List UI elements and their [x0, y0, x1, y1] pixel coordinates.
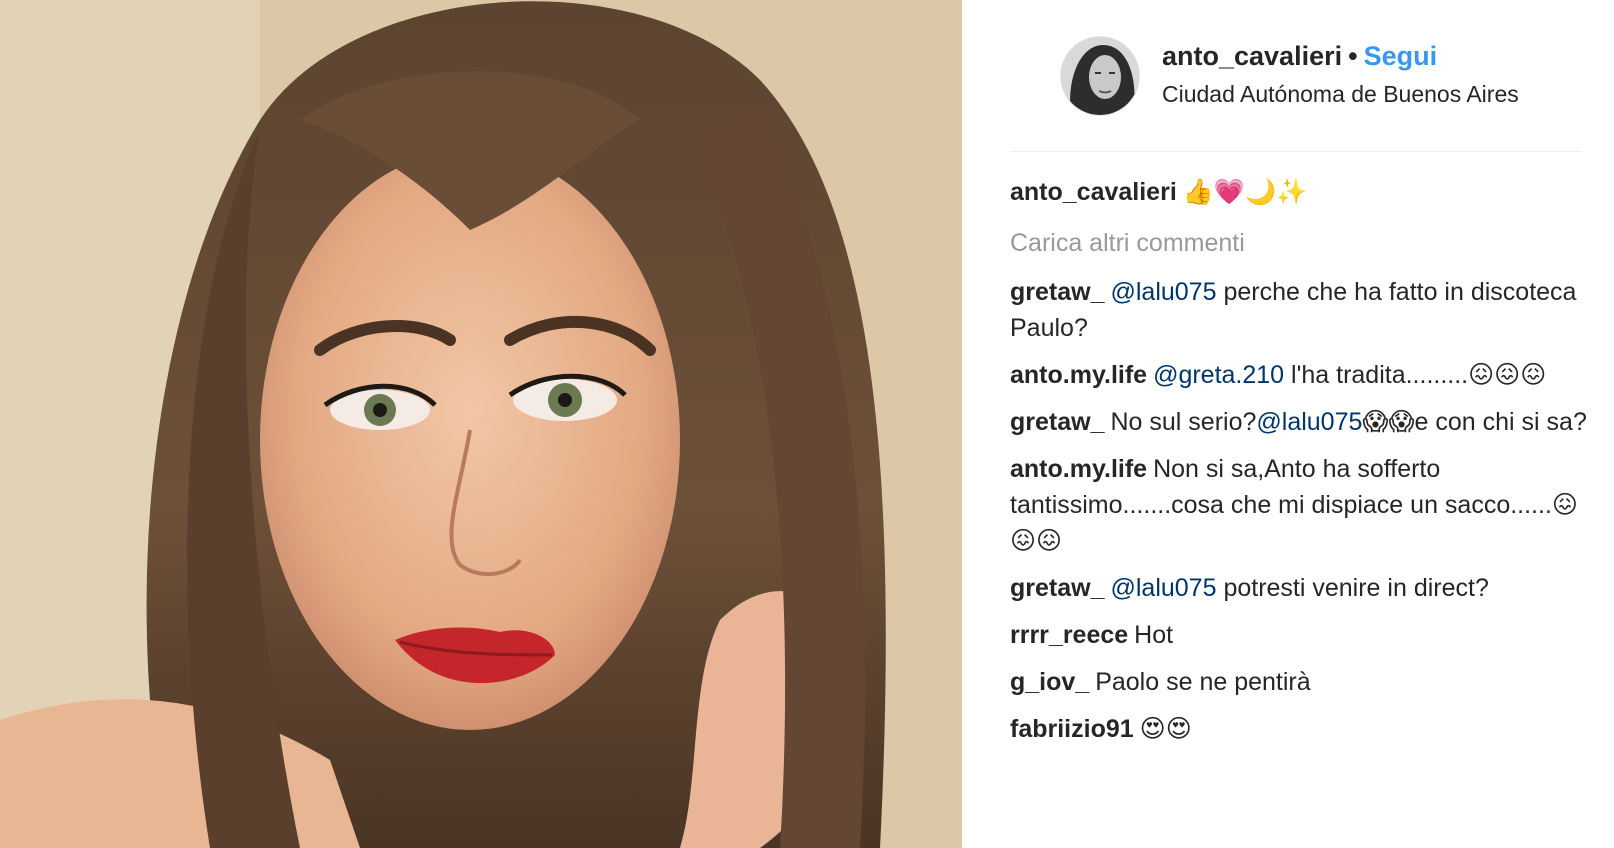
post-sidebar: anto_cavalieri • Segui Ciudad Autónoma de … — [962, 0, 1614, 848]
avatar-image — [1061, 37, 1139, 115]
comment-item: g_iov_ Paolo se ne pentirà — [1010, 664, 1590, 700]
comment-text: Paolo se ne pentirà — [1095, 668, 1311, 696]
post-header: anto_cavalieri • Segui Ciudad Autónoma de … — [1010, 35, 1570, 116]
comment-item: rrrr_reece Hot — [1010, 617, 1590, 653]
comment-item: gretaw_ @lalu075 potresti venire in direc… — [1010, 570, 1590, 606]
comment-mention[interactable]: @lalu075 — [1110, 574, 1216, 602]
avatar[interactable] — [1060, 36, 1140, 116]
comment-item: fabriizio91 😍😍 — [1010, 711, 1590, 747]
post-photo[interactable] — [0, 0, 962, 848]
comment-username[interactable]: rrrr_reece — [1010, 621, 1128, 649]
comment-username[interactable]: g_iov_ — [1010, 668, 1089, 696]
comment-username[interactable]: gretaw_ — [1010, 408, 1104, 436]
photo-illustration — [0, 0, 962, 848]
comment-mention[interactable]: @greta.210 — [1153, 361, 1284, 389]
caption-text: 👍💗🌙✨ — [1182, 178, 1308, 206]
header-divider — [1010, 151, 1582, 152]
comment-username[interactable]: gretaw_ — [1010, 574, 1104, 602]
header-user-line: anto_cavalieri • Segui — [1162, 41, 1437, 72]
comment-text: l'ha tradita.........😖😖😖 — [1284, 361, 1547, 389]
comment-mention[interactable]: @lalu075 — [1256, 408, 1362, 436]
caption-username[interactable]: anto_cavalieri — [1010, 178, 1177, 206]
comment-username[interactable]: fabriizio91 — [1010, 715, 1134, 743]
comment-username[interactable]: anto.my.life — [1010, 455, 1147, 483]
comment-item: anto.my.life @greta.210 l'ha tradita.....… — [1010, 357, 1590, 393]
post-caption: anto_cavalieri 👍💗🌙✨ — [1010, 174, 1590, 210]
comment-item: anto.my.life Non si sa,Anto ha sofferto t… — [1010, 451, 1590, 559]
comment-text: 😍😍 — [1139, 715, 1192, 743]
comment-item: gretaw_ No sul serio?@lalu075😱😱e con chi … — [1010, 404, 1590, 440]
separator-dot: • — [1348, 41, 1358, 71]
comment-username[interactable]: anto.my.life — [1010, 361, 1147, 389]
comment-text: potresti venire in direct? — [1216, 574, 1489, 602]
comments-list: anto_cavalieri 👍💗🌙✨ Carica altri commenti… — [1010, 174, 1590, 758]
location-link[interactable]: Ciudad Autónoma de Buenos Aires — [1162, 81, 1519, 108]
follow-button[interactable]: Segui — [1364, 41, 1438, 71]
username[interactable]: anto_cavalieri — [1162, 41, 1342, 71]
load-more-comments-button[interactable]: Carica altri commenti — [1010, 225, 1590, 261]
comment-text-before-mention: No sul serio? — [1110, 408, 1257, 436]
comment-username[interactable]: gretaw_ — [1010, 278, 1104, 306]
comment-text: Hot — [1134, 621, 1174, 649]
comment-text: 😱😱e con chi si sa? — [1362, 408, 1587, 436]
comment-item: gretaw_ @lalu075 perche che ha fatto in d… — [1010, 274, 1590, 346]
comment-mention[interactable]: @lalu075 — [1110, 278, 1216, 306]
